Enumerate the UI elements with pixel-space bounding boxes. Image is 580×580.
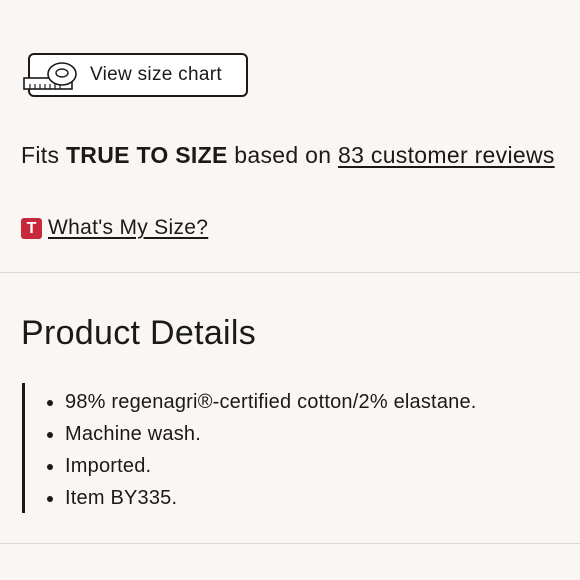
customer-reviews-link[interactable]: 83 customer reviews xyxy=(338,142,555,168)
view-size-chart-button[interactable]: View size chart xyxy=(23,53,248,97)
product-size-and-details-panel: View size chart Fits TRUE TO SIZE based … xyxy=(0,0,580,580)
view-size-chart-label: View size chart xyxy=(90,64,222,85)
list-item: 98% regenagri®-certified cotton/2% elast… xyxy=(25,383,477,415)
true-fit-logo-icon: T xyxy=(21,217,42,239)
product-details-list: 98% regenagri®-certified cotton/2% elast… xyxy=(25,383,477,511)
product-details-heading: Product Details xyxy=(21,314,257,352)
section-divider xyxy=(0,272,580,273)
fit-true-to-size: TRUE TO SIZE xyxy=(65,142,228,168)
fit-summary: Fits TRUE TO SIZE based on 83 customer r… xyxy=(21,142,555,169)
product-details-content: 98% regenagri®-certified cotton/2% elast… xyxy=(22,383,477,513)
list-item: Item BY335. xyxy=(25,479,477,511)
fit-based-on: based on xyxy=(234,142,332,168)
fit-prefix: Fits xyxy=(21,142,60,168)
section-divider xyxy=(0,543,580,544)
measuring-tape-icon xyxy=(23,62,77,90)
list-item: Machine wash. xyxy=(25,415,477,447)
whats-my-size-row[interactable]: T What's My Size? xyxy=(21,216,208,240)
list-item: Imported. xyxy=(25,447,477,479)
whats-my-size-link[interactable]: What's My Size? xyxy=(48,216,208,240)
